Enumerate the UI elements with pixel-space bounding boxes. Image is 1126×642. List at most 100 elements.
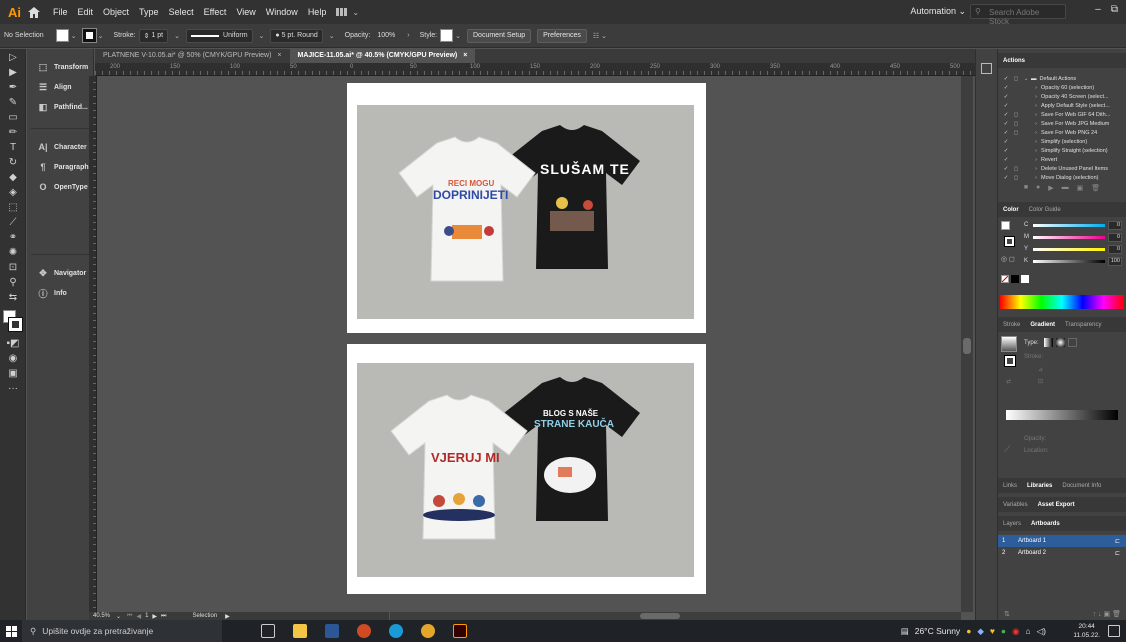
action-row[interactable]: ✓ › Simplify (selection) xyxy=(998,137,1126,146)
panel-info[interactable]: ⓘ Info xyxy=(27,283,93,303)
menu-window[interactable]: Window xyxy=(266,7,298,17)
scroll-thumb[interactable] xyxy=(963,338,971,354)
menu-view[interactable]: View xyxy=(236,7,255,17)
doc-tab-platnene[interactable]: PLATNENE V-10.05.ai* @ 50% (CMYK/GPU Pre… xyxy=(95,49,290,63)
menu-edit[interactable]: Edit xyxy=(78,7,94,17)
gradient-preview[interactable] xyxy=(1001,336,1017,352)
dialog-toggle-icon[interactable]: ◻ xyxy=(1011,166,1021,172)
workspace-switcher[interactable]: Automation ⌄ xyxy=(910,6,966,17)
dialog-toggle-icon[interactable]: ◻ xyxy=(1011,175,1021,181)
chevron-down-icon[interactable]: ⌄ xyxy=(259,32,265,40)
gradient-slider[interactable] xyxy=(1006,410,1118,420)
restore-icon[interactable]: ⧉ xyxy=(1111,4,1118,15)
check-icon[interactable]: ✓ xyxy=(1001,175,1011,181)
arrange-documents-icon[interactable] xyxy=(336,8,349,16)
direct-selection-tool-icon[interactable]: ▶ xyxy=(5,67,21,79)
tab-links[interactable]: Links xyxy=(998,483,1022,489)
action-row[interactable]: ✓ › Opacity 40 Screen (select... xyxy=(998,92,1126,101)
fill-swatch[interactable] xyxy=(55,29,69,42)
scale-tool-icon[interactable]: ◈ xyxy=(5,187,21,199)
dialog-toggle-icon[interactable]: ◻ xyxy=(1011,130,1021,136)
variable-width-profile[interactable]: Uniform xyxy=(186,28,253,43)
clock[interactable]: 20:44 11.05.22. xyxy=(1073,622,1100,640)
artboards-panel-icon[interactable] xyxy=(981,63,992,74)
panel-pathfinder[interactable]: ◧ Pathfind... xyxy=(27,97,93,117)
rectangle-tool-icon[interactable]: ▭ xyxy=(5,112,21,124)
pencil-tool-icon[interactable]: ✏ xyxy=(5,127,21,139)
black-swatch[interactable] xyxy=(1011,275,1019,283)
chevron-down-icon[interactable]: ⌄ xyxy=(116,613,121,620)
channel-value[interactable]: 0 xyxy=(1108,244,1122,254)
fill-stroke-widget[interactable] xyxy=(3,310,23,332)
chevron-right-icon[interactable]: › xyxy=(1031,94,1041,100)
tray-app-icon[interactable]: ◉ xyxy=(1012,626,1019,637)
artboard-name[interactable]: Artboard 1 xyxy=(1018,538,1115,544)
reverse-gradient-icon[interactable]: ⇄ xyxy=(1006,378,1011,385)
action-row[interactable]: ✓ › Simplify Straight (selection) xyxy=(998,146,1126,155)
tab-artboards[interactable]: Artboards xyxy=(1026,521,1065,527)
stroke-weight-field[interactable]: ⇕ 1 pt xyxy=(138,28,169,43)
check-icon[interactable]: ✓ xyxy=(1001,85,1011,91)
slider-k[interactable]: K 100 xyxy=(1024,255,1122,267)
panel-transform[interactable]: ⬚ Transform xyxy=(27,57,93,77)
home-icon[interactable] xyxy=(27,5,41,19)
chevron-right-icon[interactable]: › xyxy=(1031,139,1041,145)
doc-tab-majice[interactable]: MAJICE-11.05.ai* @ 40.5% (CMYK/GPU Previ… xyxy=(289,49,476,63)
action-row[interactable]: ✓ ◻ › Delete Unused Panel Items xyxy=(998,164,1126,173)
linear-gradient-button[interactable] xyxy=(1044,338,1053,347)
none-swatch[interactable] xyxy=(1001,275,1009,283)
taskbar-search[interactable]: ⚲ Upišite ovdje za pretraživanje xyxy=(22,620,222,642)
rearrange-icon[interactable]: ⇅ xyxy=(1004,610,1010,618)
weather-text[interactable]: 26°C Sunny xyxy=(915,626,960,636)
action-row[interactable]: ✓ › Revert xyxy=(998,155,1126,164)
channel-value[interactable]: 100 xyxy=(1108,256,1122,266)
vertical-ruler[interactable] xyxy=(89,76,97,612)
slider-track[interactable] xyxy=(1033,223,1105,227)
dialog-toggle-icon[interactable]: ◻ xyxy=(1011,112,1021,118)
check-icon[interactable]: ✓ xyxy=(1001,121,1011,127)
tab-libraries[interactable]: Libraries xyxy=(1022,483,1057,489)
graphic-style-swatch[interactable] xyxy=(440,29,454,42)
menu-type[interactable]: Type xyxy=(139,7,159,17)
horizontal-scrollbar[interactable] xyxy=(390,612,961,620)
menu-object[interactable]: Object xyxy=(103,7,129,17)
document-setup-button[interactable]: Document Setup xyxy=(467,28,532,43)
action-row[interactable]: ✓ › Opacity 60 (selection) xyxy=(998,83,1126,92)
menu-effect[interactable]: Effect xyxy=(204,7,227,17)
chevron-down-icon[interactable]: ⌄ xyxy=(455,32,461,40)
selection-tool-icon[interactable]: ▷ xyxy=(5,52,21,64)
vertical-scrollbar[interactable] xyxy=(961,76,973,612)
chevron-down-icon[interactable]: ⌄ xyxy=(352,8,359,17)
edge-icon[interactable] xyxy=(389,624,403,638)
canvas[interactable]: SLUŠAM TE RECI MOGU DOPRINIJETI BLOG S N… xyxy=(97,76,961,612)
chevron-down-icon[interactable]: ⌄ xyxy=(71,32,77,40)
first-artboard-icon[interactable]: ⏮ xyxy=(127,613,132,620)
chevron-down-icon[interactable]: ⌄ xyxy=(329,32,335,40)
chevron-right-icon[interactable]: › xyxy=(1031,175,1041,181)
next-artboard-icon[interactable]: ▶ xyxy=(152,613,157,620)
delete-icon[interactable]: 🗑 xyxy=(1091,184,1100,196)
artboard-options-icon[interactable]: ⊏ xyxy=(1115,550,1120,557)
panel-opentype[interactable]: O OpenType xyxy=(27,177,93,197)
network-icon[interactable]: ⌂ xyxy=(1025,626,1030,636)
check-icon[interactable]: ✓ xyxy=(1001,130,1011,136)
chrome-icon[interactable] xyxy=(421,624,435,638)
slider-y[interactable]: Y0 xyxy=(1024,243,1122,255)
arrange-icon[interactable]: ☷ ⌄ xyxy=(593,32,607,40)
chevron-right-icon[interactable]: › xyxy=(1031,157,1041,163)
chevron-right-icon[interactable]: › xyxy=(1031,121,1041,127)
panel-navigator[interactable]: ✥ Navigator xyxy=(27,263,93,283)
symbol-sprayer-tool-icon[interactable]: ✺ xyxy=(5,247,21,259)
brush-definition[interactable]: ● 5 pt. Round xyxy=(270,28,323,43)
eyedropper-icon[interactable]: ⟋ xyxy=(1004,444,1010,455)
illustrator-icon[interactable] xyxy=(453,624,467,638)
tab-transparency[interactable]: Transparency xyxy=(1060,322,1106,328)
stroke-swatch[interactable] xyxy=(81,28,97,43)
stock-search-input[interactable]: ⚲ Search Adobe Stock xyxy=(970,4,1066,26)
chevron-down-icon[interactable]: ⌄ xyxy=(98,32,104,40)
action-row[interactable]: ✓ ◻ › Save For Web GIF 64 Dith... xyxy=(998,110,1126,119)
slider-track[interactable] xyxy=(1033,235,1105,239)
slider-track[interactable] xyxy=(1033,247,1105,251)
tray-app-icon[interactable]: ● xyxy=(966,626,971,636)
menu-file[interactable]: File xyxy=(53,7,68,17)
